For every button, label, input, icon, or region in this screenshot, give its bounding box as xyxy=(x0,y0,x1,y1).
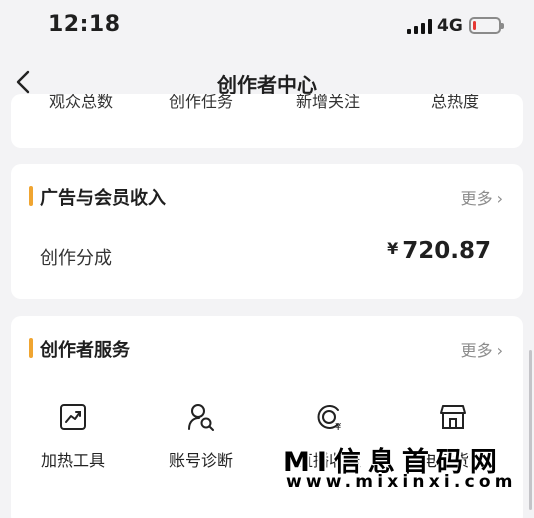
battery-icon xyxy=(469,17,504,34)
svg-text:¥: ¥ xyxy=(335,422,341,432)
currency-symbol: ¥ xyxy=(387,239,399,258)
user-search-icon xyxy=(188,404,214,431)
battery-level xyxy=(473,21,476,30)
network-type: 4G xyxy=(437,16,463,36)
watermark-url: www.mixinxi.com xyxy=(286,472,517,492)
service-label: 账号诊断 xyxy=(168,451,233,470)
more-label: 更多 xyxy=(460,341,493,360)
section-header: 创作者服务 更多 › xyxy=(11,336,523,361)
scrollbar[interactable] xyxy=(529,350,532,510)
revenue-share-amount[interactable]: ¥720.87 xyxy=(387,238,491,264)
section-accent-bar xyxy=(29,186,33,206)
more-link[interactable]: 更多 › xyxy=(461,185,503,209)
stats-row: 观众总数 创作任务 新增关注 总热度 xyxy=(11,94,523,118)
ad-income-card: 广告与会员收入 更多 › 创作分成 ¥720.87 xyxy=(11,164,523,299)
section-accent-bar xyxy=(29,338,33,358)
service-label: 加热工具 xyxy=(40,451,105,470)
status-bar: 12:18 4G xyxy=(0,0,534,54)
revenue-share-label: 创作分成 xyxy=(40,248,112,269)
more-link[interactable]: 更多 › xyxy=(461,337,503,361)
stat-label[interactable]: 总热度 xyxy=(431,94,479,112)
amount-value: 720.87 xyxy=(402,238,491,264)
stat-label[interactable]: 创作任务 xyxy=(169,94,233,112)
service-account-diagnosis[interactable]: 账号诊断 xyxy=(139,402,263,472)
store-icon xyxy=(440,405,466,429)
section-title: 广告与会员收入 xyxy=(40,188,166,209)
more-label: 更多 xyxy=(460,189,493,208)
stat-label[interactable]: 观众总数 xyxy=(49,94,113,112)
income-icon: ¥ xyxy=(317,405,341,432)
stats-card: 观众总数 创作任务 新增关注 总热度 xyxy=(11,94,523,148)
status-time: 12:18 xyxy=(48,12,121,37)
chevron-right-icon: › xyxy=(496,341,503,360)
section-title: 创作者服务 xyxy=(40,340,130,361)
signal-strength-icon xyxy=(407,19,432,34)
trend-chart-icon xyxy=(60,404,86,430)
chevron-right-icon: › xyxy=(496,189,503,208)
section-header: 广告与会员收入 更多 › xyxy=(11,184,523,209)
stat-label[interactable]: 新增关注 xyxy=(296,94,360,112)
service-heat-tool[interactable]: 加热工具 xyxy=(11,402,135,472)
